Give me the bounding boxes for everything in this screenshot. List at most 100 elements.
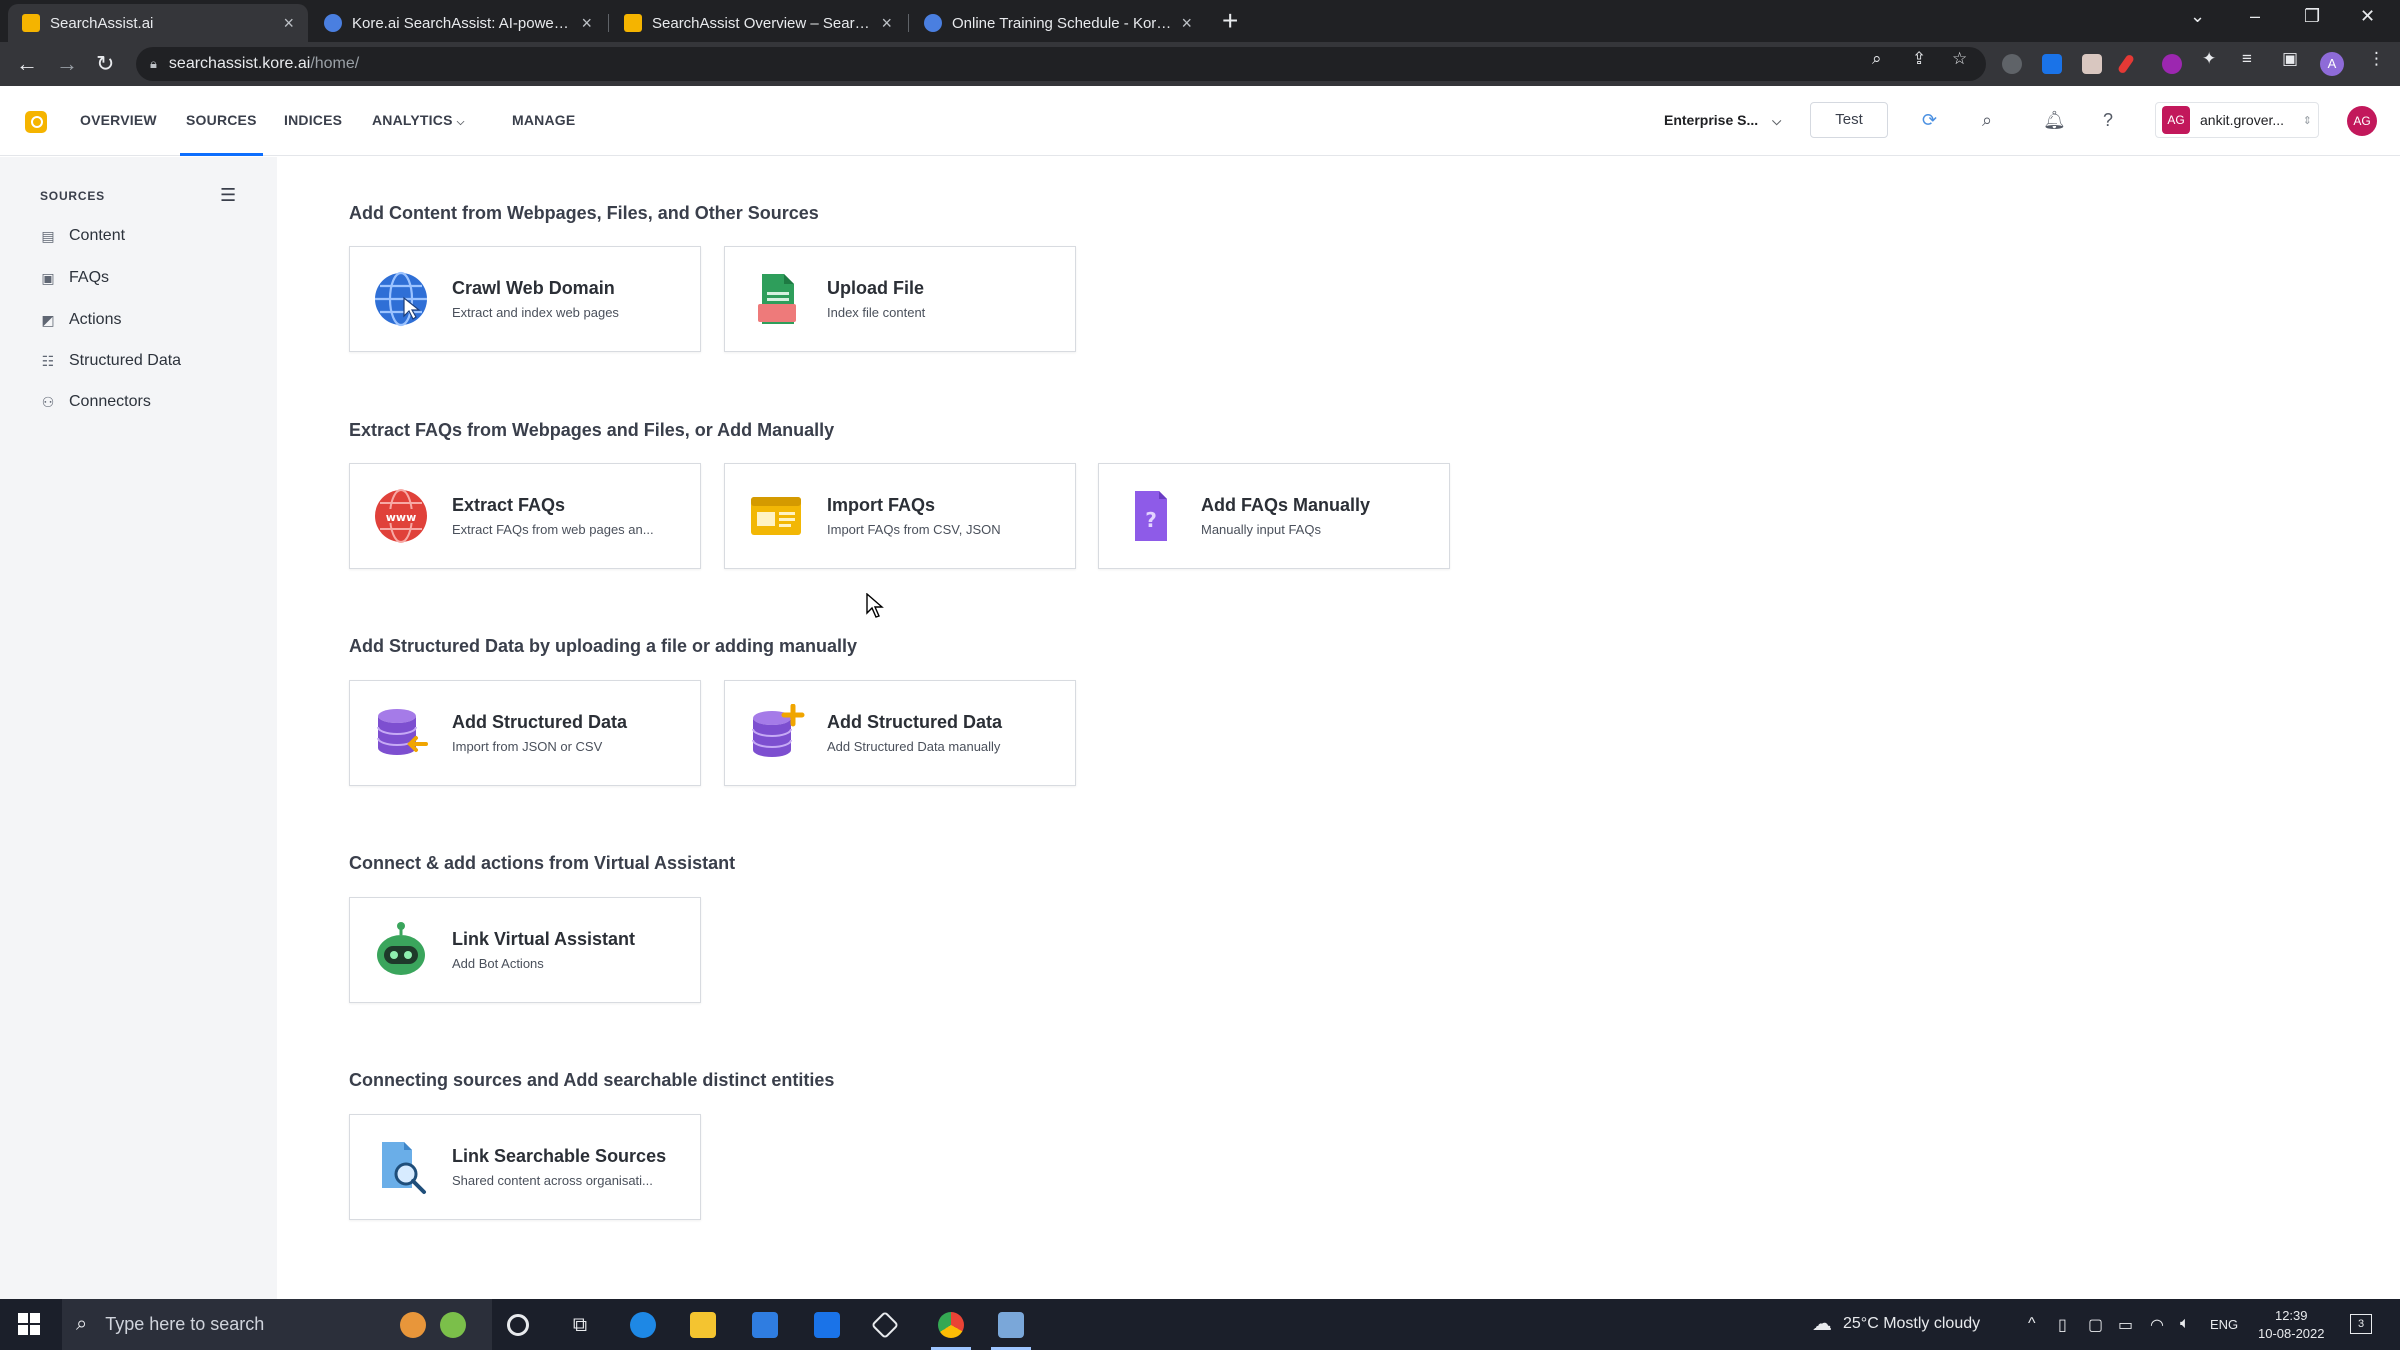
share-icon[interactable]: ⇪ (1912, 49, 1926, 69)
searchassist-logo-icon[interactable] (25, 111, 47, 133)
section-title-faqs: Extract FAQs from Webpages and Files, or… (349, 420, 835, 440)
chrome-icon[interactable] (938, 1312, 964, 1338)
sidebar-item-connectors[interactable]: ⚇ Connectors (40, 393, 151, 411)
extension-icon[interactable] (2002, 54, 2022, 74)
searchassist-favicon-icon (22, 14, 40, 32)
extension-icon[interactable] (2162, 54, 2182, 74)
browser-tab-kore-searchassist[interactable]: Kore.ai SearchAssist: AI-powered × (310, 4, 606, 42)
reload-icon[interactable]: ↻ (96, 50, 114, 78)
cortana-icon[interactable] (507, 1314, 529, 1336)
mail-icon[interactable] (814, 1312, 840, 1338)
card-title: Extract FAQs (452, 495, 566, 515)
user-avatar: AG (2162, 106, 2190, 134)
nav-overview[interactable]: OVERVIEW (80, 112, 157, 128)
close-tab-icon[interactable]: × (581, 13, 592, 34)
microsoft-store-icon[interactable] (752, 1312, 778, 1338)
extract-faqs-card[interactable]: www Extract FAQs Extract FAQs from web p… (349, 463, 701, 569)
show-hidden-icons-icon[interactable]: ^ (2028, 1315, 2036, 1333)
sidebar-item-structured-data[interactable]: ☷ Structured Data (40, 352, 181, 370)
close-window-button[interactable]: ✕ (2360, 6, 2375, 27)
profile-avatar[interactable]: A (2320, 52, 2344, 76)
environment-dropdown[interactable]: Enterprise S... ⌵ (1664, 112, 1781, 129)
zoom-icon[interactable]: ⌕ (1872, 49, 1882, 69)
reading-list-icon[interactable]: ≡ (2242, 49, 2252, 69)
taskbar-search-placeholder: Type here to search (105, 1314, 265, 1334)
url-host: searchassist.kore.ai (168, 55, 311, 72)
extension-icon[interactable] (2042, 54, 2062, 74)
sidebar-title: SOURCES (40, 189, 105, 203)
forward-icon[interactable]: → (56, 50, 78, 78)
puzzle-extensions-icon[interactable]: ✦ (2202, 49, 2216, 69)
collapse-sidebar-icon[interactable]: ☰ (220, 185, 236, 206)
volume-icon[interactable]: 🔈︎ (2180, 1315, 2190, 1333)
close-tab-icon[interactable]: × (283, 13, 294, 34)
search-icon[interactable]: ⌕ (1982, 110, 1992, 131)
table-icon: ☷ (41, 352, 55, 369)
nav-sources[interactable]: SOURCES (180, 112, 263, 156)
taskbar-search-box[interactable]: ⌕ Type here to search (62, 1299, 492, 1350)
edge-browser-icon[interactable] (630, 1312, 656, 1338)
account-avatar[interactable]: AG (2347, 106, 2377, 136)
chevron-down-icon: ⌵ (456, 117, 465, 128)
input-language[interactable]: ENG (2210, 1317, 2238, 1332)
device-icon[interactable]: ▯ (2058, 1315, 2067, 1335)
wifi-icon[interactable]: ◠ (2150, 1315, 2164, 1335)
notifications-icon[interactable]: 3 (2350, 1314, 2372, 1334)
card-title: Link Virtual Assistant (452, 929, 636, 949)
new-tab-button[interactable]: + (1222, 6, 1238, 36)
side-panel-icon[interactable]: ▣ (2282, 49, 2298, 69)
file-explorer-icon[interactable] (690, 1312, 716, 1338)
system-clock[interactable]: 12:39 10-08-2022 (2258, 1307, 2325, 1343)
browser-tab-overview[interactable]: SearchAssist Overview – SearchA × (610, 4, 906, 42)
windows-start-icon[interactable] (18, 1313, 40, 1335)
sync-icon[interactable]: ⟳ (1922, 110, 1937, 131)
chevron-updown-icon: ⇕ (2302, 114, 2312, 127)
close-tab-icon[interactable]: × (1181, 13, 1192, 34)
extension-icon[interactable] (2116, 53, 2136, 75)
globe-icon (375, 271, 427, 327)
sidebar-item-content[interactable]: ▤ Content (40, 227, 125, 245)
close-tab-icon[interactable]: × (881, 13, 892, 34)
add-structured-data-import-card[interactable]: Add Structured Data Import from JSON or … (349, 680, 701, 786)
question-doc-icon: ? (1135, 491, 1167, 541)
app-window-icon[interactable] (998, 1312, 1024, 1338)
environment-label: Enterprise S... (1664, 112, 1759, 128)
extension-icon[interactable] (2082, 54, 2102, 74)
link-searchable-sources-card[interactable]: Link Searchable Sources Shared content a… (349, 1114, 701, 1220)
task-view-icon[interactable]: ⧉ (567, 1312, 593, 1338)
restore-button[interactable]: ❐ (2304, 6, 2320, 27)
add-structured-data-manual-card[interactable]: Add Structured Data Add Structured Data … (724, 680, 1076, 786)
chevron-down-icon: ⌵ (1772, 114, 1782, 128)
sidebar-item-actions[interactable]: ◩ Actions (40, 311, 121, 329)
link-virtual-assistant-card[interactable]: Link Virtual Assistant Add Bot Actions (349, 897, 701, 1003)
bell-icon[interactable]: 🔔︎ (2043, 110, 2066, 131)
browser-tab-searchassist[interactable]: SearchAssist.ai × (8, 4, 308, 42)
settings-app-icon[interactable] (870, 1310, 900, 1340)
browser-menu-icon[interactable]: ⋮ (2368, 49, 2385, 69)
browser-tab-training[interactable]: Online Training Schedule - Kore.a × (910, 4, 1206, 42)
nav-analytics[interactable]: ANALYTICS ⌵ (372, 112, 465, 128)
crawl-web-domain-card[interactable]: Crawl Web Domain Extract and index web p… (349, 246, 701, 352)
section-title-virtual-assistant: Connect & add actions from Virtual Assis… (349, 853, 736, 873)
minimize-button[interactable]: – (2250, 6, 2260, 27)
address-bar[interactable]: 🔒︎ searchassist.kore.ai/home/ (136, 47, 1986, 81)
tab-title: Kore.ai SearchAssist: AI-powered (352, 14, 574, 32)
upload-file-card[interactable]: Upload File Index file content (724, 246, 1076, 352)
import-faqs-card[interactable]: Import FAQs Import FAQs from CSV, JSON (724, 463, 1076, 569)
nav-manage[interactable]: MANAGE (512, 112, 575, 128)
test-button[interactable]: Test (1810, 102, 1888, 138)
nav-indices[interactable]: INDICES (284, 112, 342, 128)
tab-search-icon[interactable]: ⌄ (2190, 6, 2205, 27)
meet-now-icon[interactable]: ▢ (2088, 1315, 2103, 1335)
help-icon[interactable]: ? (2103, 110, 2113, 131)
back-icon[interactable]: ← (16, 50, 38, 78)
display-icon[interactable]: ▭ (2118, 1315, 2133, 1335)
add-faqs-manually-card[interactable]: ? Add FAQs Manually Manually input FAQs (1098, 463, 1450, 569)
sidebar-item-faqs[interactable]: ▣ FAQs (40, 269, 109, 287)
user-menu[interactable]: AG ankit.grover... ⇕ (2155, 102, 2319, 138)
card-subtitle: Extract and index web pages (452, 305, 619, 320)
weather-text[interactable]: 25°C Mostly cloudy (1843, 1315, 1980, 1333)
sidebar-item-label: Content (69, 227, 126, 244)
bookmark-star-icon[interactable]: ☆ (1952, 49, 1967, 69)
card-title: Add FAQs Manually (1201, 495, 1371, 515)
